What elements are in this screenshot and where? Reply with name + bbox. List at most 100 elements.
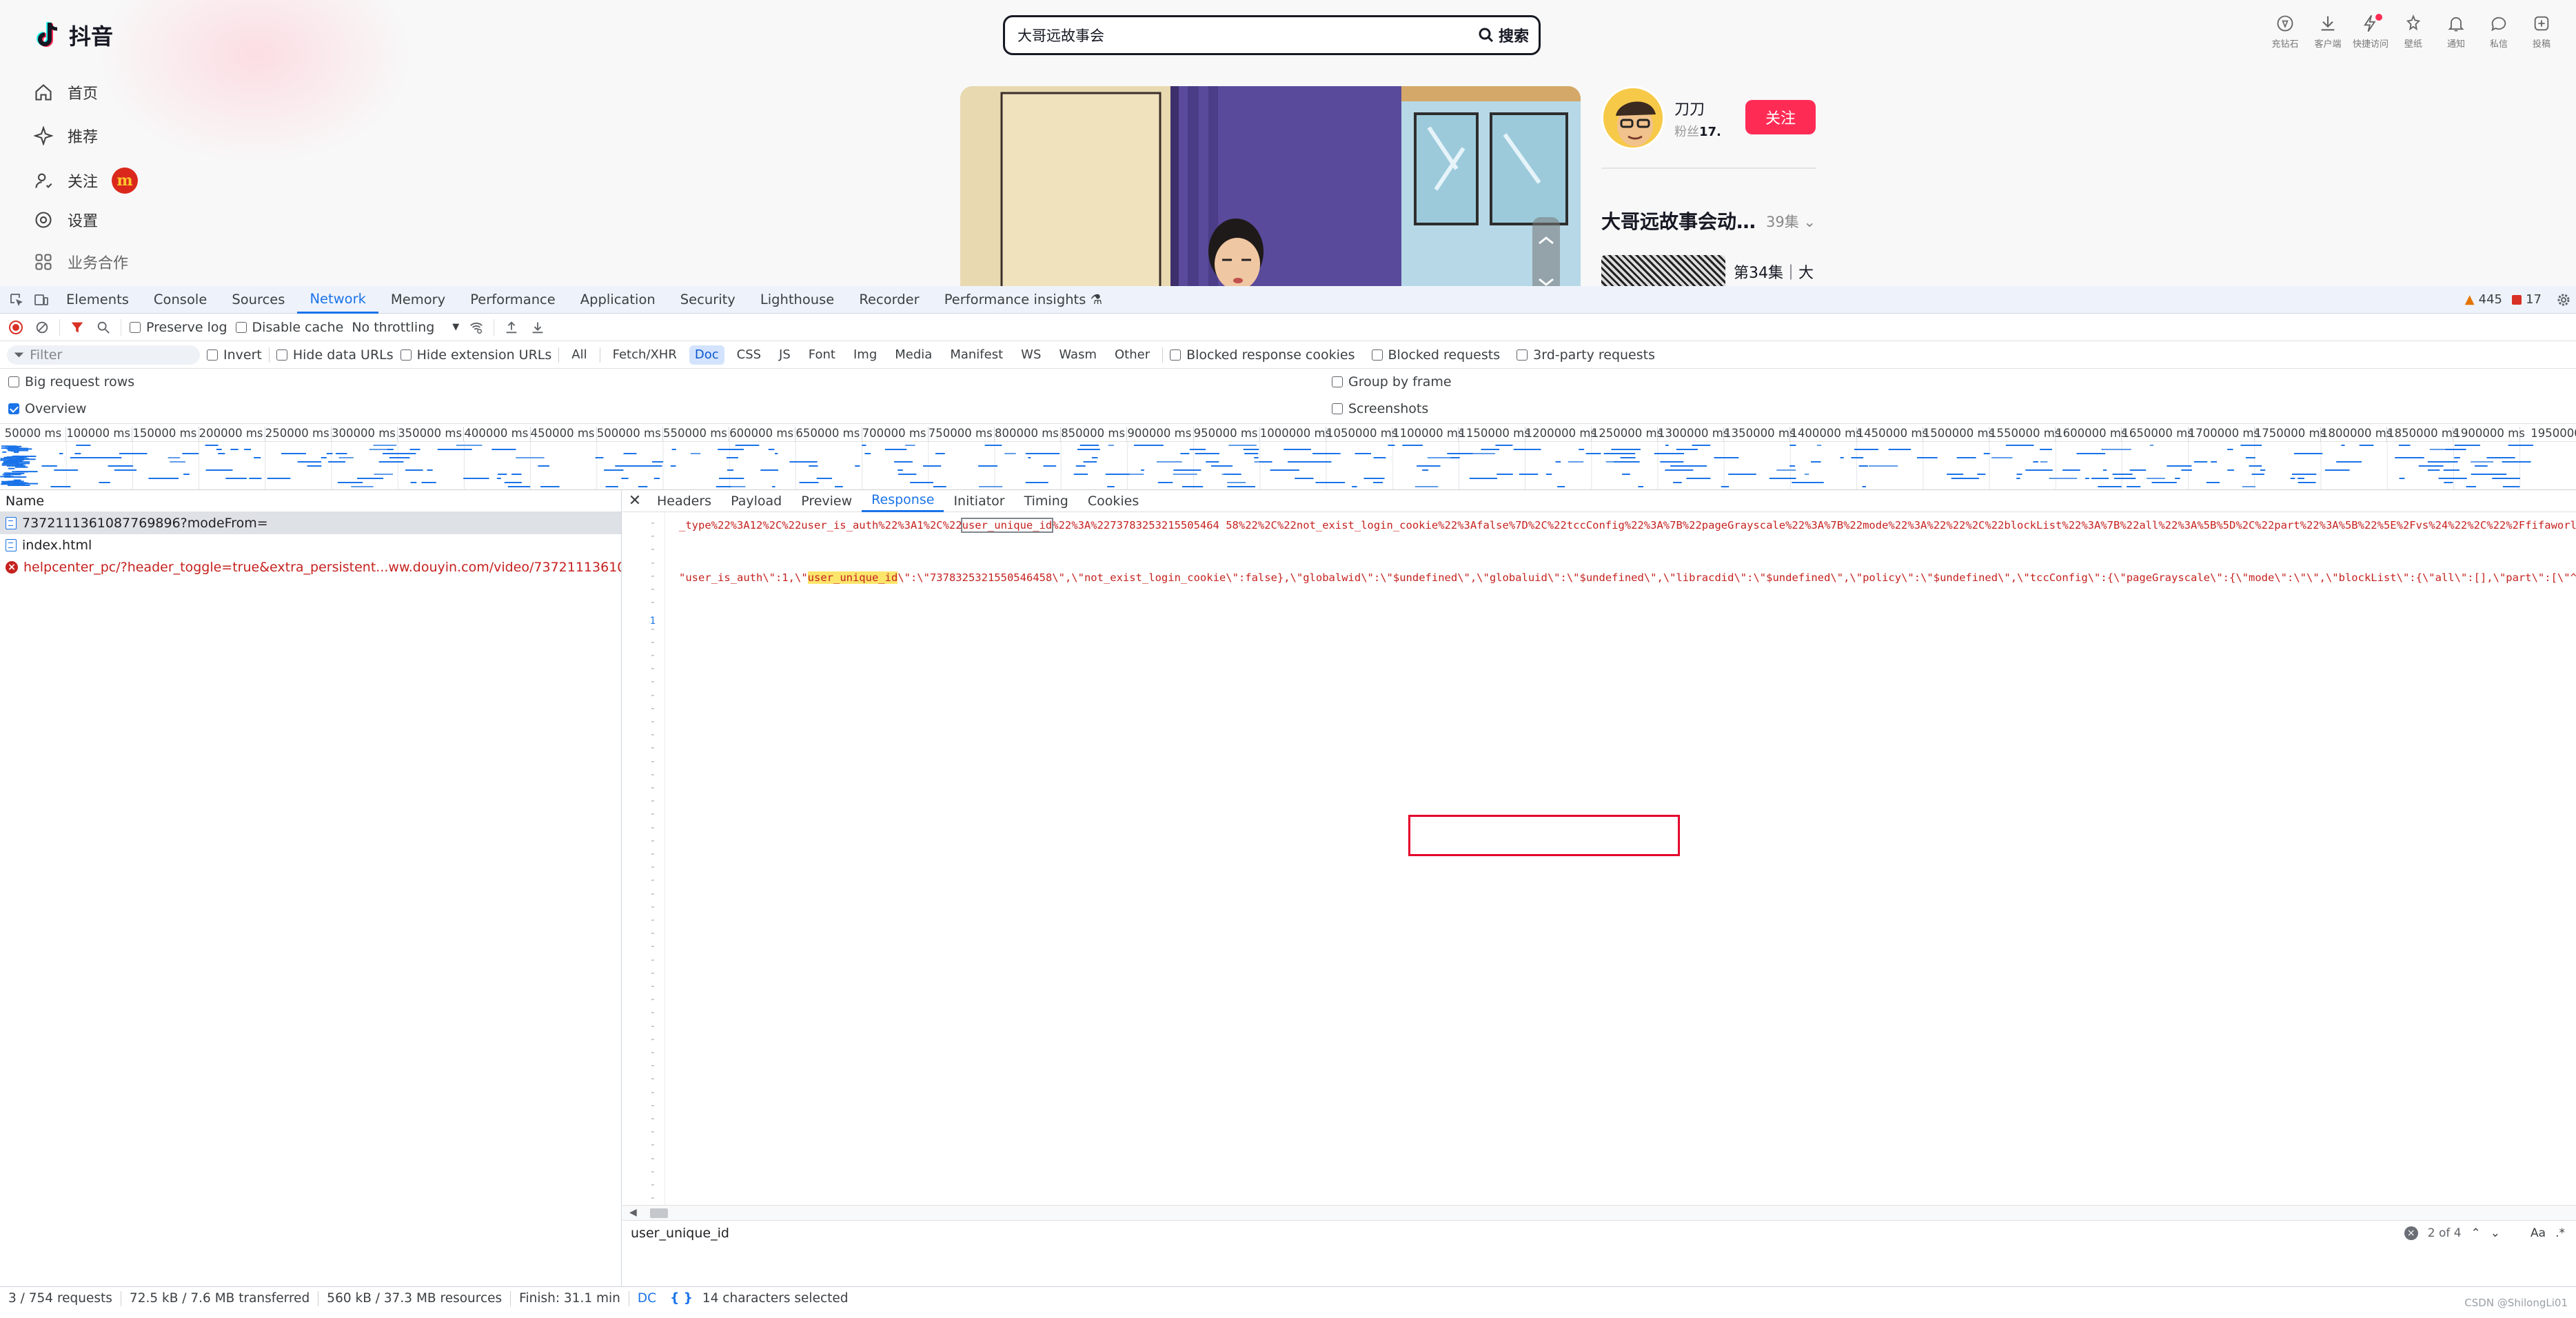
type-filter-img[interactable]: Img xyxy=(848,345,882,365)
live-avatar-badge[interactable]: m xyxy=(112,168,139,194)
search-input[interactable] xyxy=(1017,27,1478,43)
author-avatar[interactable] xyxy=(1601,86,1665,150)
nav-item-recommend[interactable]: 推荐 xyxy=(33,125,98,147)
preserve-log-checkbox[interactable]: Preserve log xyxy=(130,320,227,335)
overview-checkbox[interactable]: Overview xyxy=(8,401,86,416)
horizontal-scrollbar[interactable]: ◀ xyxy=(622,1205,2576,1220)
checkbox[interactable] xyxy=(1332,376,1343,387)
import-har-icon[interactable] xyxy=(503,318,520,336)
quick-access-button[interactable]: 快捷访问 xyxy=(2353,14,2389,50)
third-party-checkbox[interactable]: 3rd-party requests xyxy=(1517,347,1655,363)
follow-button[interactable]: 关注 xyxy=(1745,100,1816,134)
type-filter-js[interactable]: JS xyxy=(773,345,796,365)
checkbox[interactable] xyxy=(1332,403,1343,414)
network-conditions-icon[interactable] xyxy=(467,318,485,336)
notification-button[interactable]: 通知 xyxy=(2443,14,2469,50)
tab-memory[interactable]: Memory xyxy=(378,286,458,314)
tab-performance[interactable]: Performance xyxy=(458,286,568,314)
tab-performance-insights[interactable]: Performance insights ⚗ xyxy=(932,286,1115,314)
request-row[interactable]: index.html xyxy=(0,534,621,556)
blocked-cookies-checkbox[interactable]: Blocked response cookies xyxy=(1170,347,1355,363)
tab-recorder[interactable]: Recorder xyxy=(846,286,931,314)
clear-icon[interactable] xyxy=(33,318,51,336)
filter-icon[interactable] xyxy=(68,318,86,336)
group-by-frame-checkbox[interactable]: Group by frame xyxy=(1332,374,1452,389)
tab-cookies[interactable]: Cookies xyxy=(1078,490,1148,512)
tab-security[interactable]: Security xyxy=(668,286,748,314)
timeline-overview[interactable] xyxy=(0,442,2576,490)
search-button[interactable]: 搜索 xyxy=(1478,24,1529,46)
type-filter-ws[interactable]: WS xyxy=(1015,345,1046,365)
hide-extension-urls-checkbox[interactable]: Hide extension URLs xyxy=(400,347,551,363)
upload-button[interactable]: 投稿 xyxy=(2528,14,2555,50)
checkbox[interactable] xyxy=(1371,349,1383,361)
checkbox[interactable] xyxy=(276,349,287,361)
checkbox[interactable] xyxy=(8,376,19,387)
type-filter-fetch-xhr[interactable]: Fetch/XHR xyxy=(607,345,682,365)
scroll-left-icon[interactable]: ◀ xyxy=(629,1207,637,1218)
douyin-logo[interactable]: 抖音 xyxy=(34,19,113,51)
next-match-icon[interactable]: ⌄ xyxy=(2491,1226,2500,1240)
export-har-icon[interactable] xyxy=(529,318,547,336)
match-case-toggle[interactable]: Aa xyxy=(2531,1226,2546,1240)
tab-sources[interactable]: Sources xyxy=(219,286,297,314)
recharge-button[interactable]: 充钻石 xyxy=(2272,14,2299,50)
type-filter-wasm[interactable]: Wasm xyxy=(1053,345,1102,365)
previous-match-icon[interactable]: ⌃ xyxy=(2471,1226,2481,1240)
tab-elements[interactable]: Elements xyxy=(54,286,141,314)
tab-console[interactable]: Console xyxy=(141,286,219,314)
tab-timing[interactable]: Timing xyxy=(1015,490,1078,512)
disable-cache-checkbox[interactable]: Disable cache xyxy=(235,320,343,335)
gear-icon[interactable] xyxy=(2555,292,2572,308)
tab-lighthouse[interactable]: Lighthouse xyxy=(748,286,846,314)
search-input[interactable] xyxy=(631,1225,2404,1241)
search-icon[interactable] xyxy=(94,318,112,336)
big-request-rows-checkbox[interactable]: Big request rows xyxy=(8,374,134,389)
checkbox[interactable] xyxy=(1517,349,1528,361)
response-viewer[interactable]: ----------------------------------------… xyxy=(622,512,2576,1205)
pretty-print-icon[interactable]: { } xyxy=(665,1291,698,1306)
request-row[interactable]: 7372111361087769896?modeFrom= xyxy=(0,512,621,534)
type-filter-media[interactable]: Media xyxy=(889,345,937,365)
name-column-header[interactable]: Name xyxy=(0,490,621,512)
type-filter-manifest[interactable]: Manifest xyxy=(944,345,1008,365)
type-filter-doc[interactable]: Doc xyxy=(689,345,724,365)
nav-item-settings[interactable]: 设置 xyxy=(33,209,98,231)
nav-item-business[interactable]: 业务合作 xyxy=(33,251,128,273)
invert-checkbox[interactable]: Invert xyxy=(207,347,262,363)
series-count[interactable]: 39集 ⌄ xyxy=(1766,211,1816,232)
nav-item-home[interactable]: 首页 xyxy=(33,81,98,103)
screenshots-checkbox[interactable]: Screenshots xyxy=(1332,401,1428,416)
checkbox[interactable] xyxy=(235,321,247,333)
throttling-select[interactable]: No throttling ▼ xyxy=(352,320,459,335)
checkbox[interactable] xyxy=(130,321,141,333)
scrollbar-thumb[interactable] xyxy=(650,1208,668,1218)
checkbox[interactable] xyxy=(400,349,412,361)
message-button[interactable]: 私信 xyxy=(2486,14,2512,50)
type-filter-other[interactable]: Other xyxy=(1109,345,1155,365)
nav-item-following[interactable]: 关注 m xyxy=(33,168,139,194)
regex-toggle[interactable]: .* xyxy=(2555,1226,2565,1240)
checkbox[interactable] xyxy=(1170,349,1181,361)
episode-thumbnail[interactable] xyxy=(1601,255,1725,286)
inspect-element-icon[interactable] xyxy=(8,292,25,308)
hide-data-urls-checkbox[interactable]: Hide data URLs xyxy=(276,347,394,363)
request-row[interactable]: × helpcenter_pc/?header_toggle=true&extra… xyxy=(0,556,621,578)
client-download-button[interactable]: 客户端 xyxy=(2315,14,2342,50)
series-title[interactable]: 大哥远故事会动… xyxy=(1601,207,1756,234)
record-icon[interactable] xyxy=(7,318,25,336)
tab-payload[interactable]: Payload xyxy=(721,490,791,512)
tab-application[interactable]: Application xyxy=(568,286,668,314)
tab-initiator[interactable]: Initiator xyxy=(944,490,1014,512)
checkbox[interactable] xyxy=(8,403,19,414)
device-toolbar-icon[interactable] xyxy=(33,292,50,308)
filter-input[interactable]: ⏷ Filter xyxy=(7,345,200,365)
blocked-requests-checkbox[interactable]: Blocked requests xyxy=(1371,347,1500,363)
checkbox[interactable] xyxy=(207,349,218,361)
type-filter-all[interactable]: All xyxy=(566,345,592,365)
tab-preview[interactable]: Preview xyxy=(791,490,862,512)
errors-counter[interactable]: 17 xyxy=(2512,292,2542,307)
tab-network[interactable]: Network xyxy=(297,286,378,314)
type-filter-font[interactable]: Font xyxy=(803,345,841,365)
video-player[interactable] xyxy=(960,86,1581,286)
